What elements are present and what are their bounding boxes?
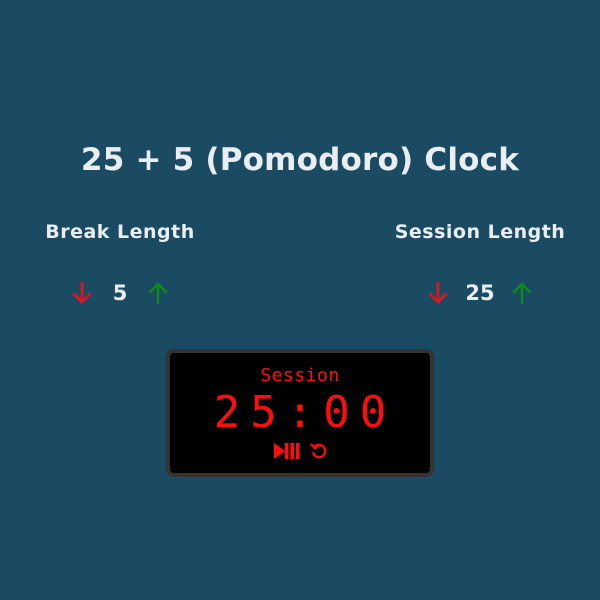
session-length-label: Session Length — [394, 221, 566, 243]
timer-display: Session 25:00 — [166, 349, 434, 477]
timer-label: Session — [260, 365, 340, 386]
play-pause-icon — [273, 443, 299, 459]
break-decrement-button[interactable] — [69, 279, 95, 307]
pomodoro-clock: 25 + 5 (Pomodoro) Clock Break Length 5 S… — [0, 0, 600, 600]
session-length-value: 25 — [465, 281, 495, 305]
timer-controls — [170, 439, 430, 463]
arrow-down-icon — [429, 281, 448, 304]
break-length-control: Break Length 5 — [20, 220, 220, 308]
start-stop-button[interactable] — [273, 442, 300, 460]
reset-button[interactable] — [309, 442, 328, 460]
break-increment-button[interactable] — [145, 279, 171, 307]
page-title: 25 + 5 (Pomodoro) Clock — [80, 142, 520, 178]
session-decrement-button[interactable] — [425, 279, 451, 307]
arrow-up-icon — [512, 282, 531, 305]
refresh-icon — [309, 443, 326, 459]
arrow-down-icon — [72, 281, 92, 304]
break-length-label: Break Length — [45, 221, 195, 243]
arrow-up-icon — [148, 282, 168, 305]
break-length-controls: 5 — [20, 278, 220, 308]
session-length-controls: 25 — [380, 278, 580, 308]
session-length-control: Session Length 25 — [380, 220, 580, 308]
time-left: 25:00 — [213, 387, 397, 438]
session-increment-button[interactable] — [509, 279, 535, 307]
break-length-value: 5 — [112, 281, 128, 305]
